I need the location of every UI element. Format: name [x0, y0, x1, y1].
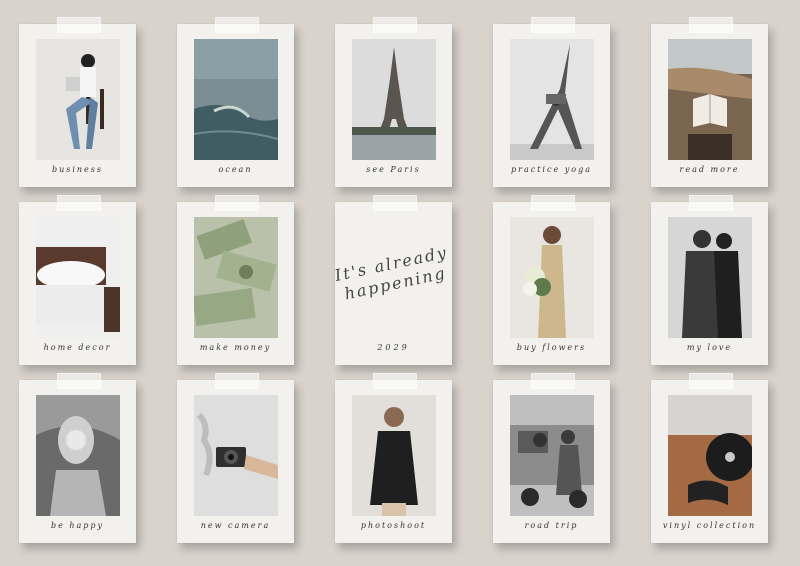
photo-business — [36, 39, 120, 160]
tape — [531, 17, 575, 33]
card-be-happy: be happy — [19, 373, 136, 543]
card-caption: buy flowers — [516, 343, 587, 352]
tape — [373, 195, 417, 211]
tape — [215, 195, 259, 211]
card-photoshoot: photoshoot — [335, 373, 452, 543]
card-home-decor: home decor — [19, 195, 136, 365]
card-caption: practice yoga — [511, 165, 592, 174]
card-caption: ocean — [218, 165, 253, 174]
card-caption: make money — [199, 343, 272, 352]
tape — [689, 195, 733, 211]
tape — [689, 373, 733, 389]
tape — [57, 373, 101, 389]
photo-flowers — [510, 217, 594, 338]
vision-board: business ocean see Paris practice yoga r… — [0, 0, 800, 566]
card-vinyl-collection: vinyl collection — [651, 373, 768, 543]
card-ocean: ocean — [177, 17, 294, 187]
photo-reading — [668, 39, 752, 160]
tape — [215, 17, 259, 33]
tape — [689, 17, 733, 33]
card-my-love: my love — [651, 195, 768, 365]
photo-yoga — [510, 39, 594, 160]
tape — [57, 17, 101, 33]
card-caption: vinyl collection — [662, 521, 757, 530]
card-read-more: read more — [651, 17, 768, 187]
photo-paris — [352, 39, 436, 160]
tape — [373, 17, 417, 33]
tape — [531, 373, 575, 389]
card-caption: new camera — [200, 521, 271, 530]
photo-home-decor — [36, 217, 120, 338]
card-buy-flowers: buy flowers — [493, 195, 610, 365]
card-make-money: make money — [177, 195, 294, 365]
photo-photoshoot — [352, 395, 436, 516]
quote-text: It's already happening — [332, 242, 455, 305]
card-caption: my love — [686, 343, 733, 352]
year-label: 2029 — [377, 343, 410, 352]
card-caption: be happy — [50, 521, 105, 530]
tape — [373, 373, 417, 389]
card-road-trip: road trip — [493, 373, 610, 543]
tape — [531, 195, 575, 211]
photo-happy — [36, 395, 120, 516]
card-caption: photoshoot — [360, 521, 427, 530]
photo-road-trip — [510, 395, 594, 516]
photo-couple — [668, 217, 752, 338]
tape — [215, 373, 259, 389]
card-caption: business — [51, 165, 104, 174]
photo-vinyl — [668, 395, 752, 516]
card-business: business — [19, 17, 136, 187]
card-caption: road trip — [524, 521, 579, 530]
card-caption: home decor — [43, 343, 112, 352]
card-caption: see Paris — [366, 165, 421, 174]
card-practice-yoga: practice yoga — [493, 17, 610, 187]
photo-ocean — [194, 39, 278, 160]
card-new-camera: new camera — [177, 373, 294, 543]
photo-camera — [194, 395, 278, 516]
card-see-paris: see Paris — [335, 17, 452, 187]
photo-money — [194, 217, 278, 338]
tape — [57, 195, 101, 211]
card-quote: It's already happening 2029 — [332, 195, 455, 365]
card-caption: read more — [679, 165, 740, 174]
